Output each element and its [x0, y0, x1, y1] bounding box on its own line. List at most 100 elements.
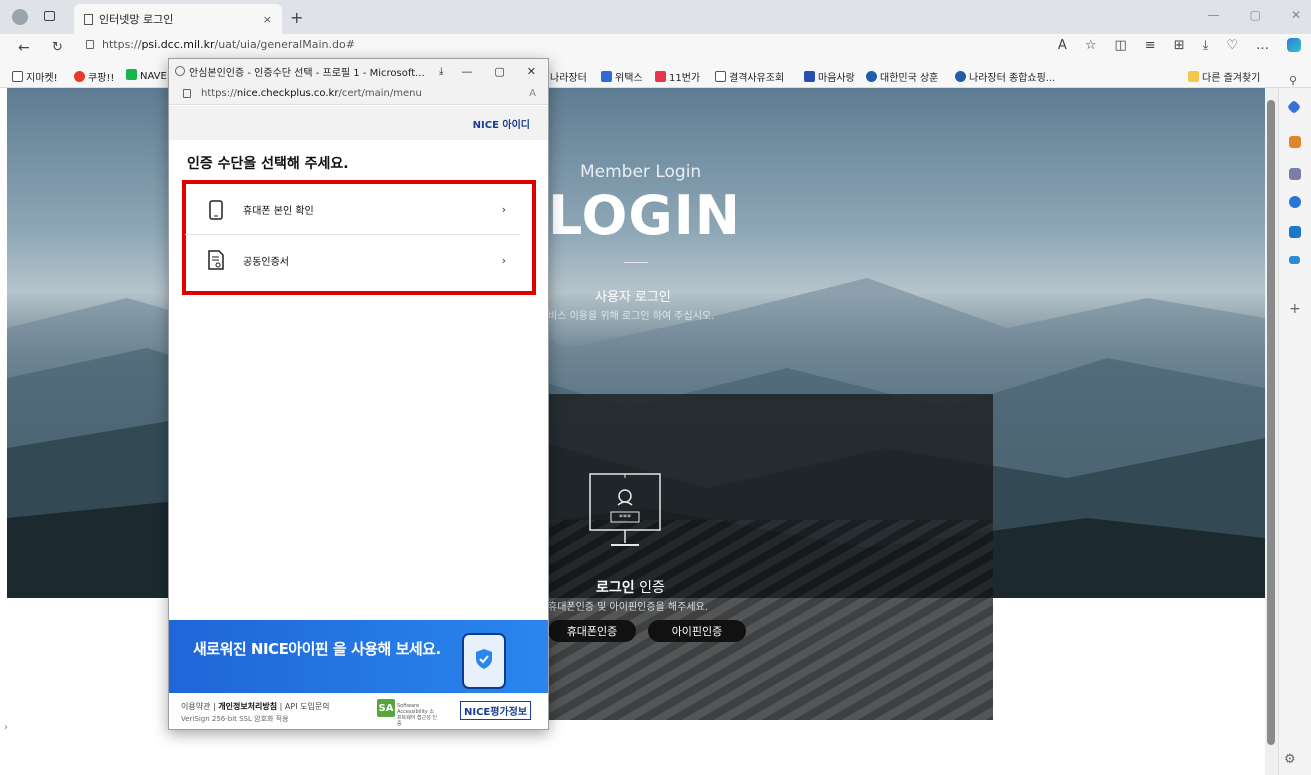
member-login-subtitle: Member Login — [580, 162, 702, 182]
certificate-icon — [205, 249, 227, 271]
nice-ipin-logo: NICE 아이디 — [472, 120, 530, 131]
edge-sidebar: ⚲ + — [1278, 74, 1311, 775]
minimize-button[interactable]: — — [1208, 8, 1220, 22]
password-mask: *** — [619, 513, 631, 522]
chevron-right-icon: › — [501, 203, 506, 216]
banner-text: 새로워진 NICE아이핀 을 사용해 보세요. — [193, 640, 441, 658]
maximize-button[interactable]: ▢ — [1250, 8, 1261, 22]
more-menu-icon[interactable]: … — [1256, 38, 1269, 53]
phone-auth-button[interactable]: 휴대폰인증 — [548, 620, 636, 642]
back-arrow-icon[interactable]: ← — [18, 40, 30, 56]
naver-icon — [126, 69, 137, 80]
toolbox-icon[interactable] — [1289, 136, 1301, 148]
popup-close-button[interactable]: ✕ — [527, 65, 536, 78]
login-cert-title: 로그인 인증 — [596, 580, 665, 596]
bookmark-item[interactable]: 대한민국 상훈 — [866, 69, 938, 84]
login-cert-description: 휴대폰인증 및 아이핀인증을 해주세요. — [548, 602, 708, 613]
chevron-right-icon: › — [501, 253, 506, 267]
browser-essentials-icon[interactable]: ♡ — [1226, 38, 1238, 53]
popup-window-controls: — ▢ ✕ — [461, 65, 536, 78]
bookmark-item[interactable]: 결격사유조회 — [715, 69, 784, 84]
tab-title: 인터넷망 로그인 — [99, 13, 174, 26]
popup-titlebar: 안심본인인증 - 인증수단 선택 - 프로필 1 - Microsoft... … — [169, 59, 548, 83]
ssl-notice: VeriSign 256-bit SSL 암호화 적용 — [181, 715, 289, 723]
active-tab[interactable]: 인터넷망 로그인 × — [74, 4, 282, 34]
user-login-heading: 사용자 로그인 — [595, 290, 671, 305]
scrollbar-thumb[interactable] — [1267, 100, 1275, 745]
microsoft365-icon[interactable] — [1289, 196, 1301, 208]
sa-logo: SA — [377, 699, 395, 717]
folder-icon — [1188, 71, 1199, 82]
gov-icon — [866, 71, 877, 82]
wetax-icon — [601, 71, 612, 82]
divider — [624, 262, 648, 263]
profile-avatar[interactable] — [12, 9, 28, 25]
add-sidebar-app-icon[interactable]: + — [1289, 301, 1301, 317]
copilot-icon[interactable] — [1287, 38, 1301, 52]
address-bar[interactable]: https://psi.dcc.mil.kr/uat/uia/generalMa… — [86, 38, 355, 51]
tag-icon[interactable] — [1286, 99, 1302, 115]
outlook-icon[interactable] — [1289, 226, 1301, 238]
bookmark-item[interactable]: 11번가 — [655, 69, 700, 84]
ipin-auth-button[interactable]: 아이핀인증 — [648, 620, 746, 642]
page-icon — [715, 71, 726, 82]
search-icon[interactable]: ⚲ — [1289, 74, 1297, 87]
popup-url: https://nice.checkplus.co.kr/cert/main/m… — [201, 88, 422, 99]
gov-icon — [955, 71, 966, 82]
privacy-link[interactable]: 개인정보처리방침 — [218, 702, 277, 711]
shield-icon — [175, 66, 185, 76]
popup-footer-links: 이용약관 | 개인정보처리방침 | API 도입문의 — [181, 702, 330, 711]
favorite-star-icon[interactable]: ☆ — [1085, 38, 1097, 53]
bookmark-item[interactable]: 쿠팡!! — [74, 69, 114, 84]
other-favorites[interactable]: 다른 즐겨찾기 — [1188, 69, 1260, 84]
tab-actions-icon[interactable] — [44, 11, 55, 21]
bookmark-item[interactable]: 마음사랑 — [804, 69, 855, 84]
nice-header: NICE 아이디 — [169, 106, 548, 140]
option-label: 공동인증서 — [243, 256, 289, 268]
tab-bar: 인터넷망 로그인 × + — ▢ ✕ — [0, 0, 1311, 34]
phone-shield-image — [462, 633, 506, 689]
nice-rating-badge: NICE평가정보 — [460, 701, 532, 720]
user-login-description: 비스 이용을 위해 로그인 하여 주십시오. — [548, 311, 715, 322]
login-title: LOGIN — [548, 184, 741, 247]
11st-icon — [655, 71, 666, 82]
phone-identity-option[interactable]: 휴대폰 본인 확인 › — [185, 185, 520, 235]
sa-text: Software Accessibility 소프트웨어 접근성 인증 — [397, 703, 437, 727]
read-aloud-icon[interactable]: A — [529, 88, 536, 99]
close-window-button[interactable]: ✕ — [1291, 8, 1301, 22]
send-icon[interactable] — [1289, 256, 1300, 264]
popup-maximize-button[interactable]: ▢ — [494, 65, 504, 78]
games-icon[interactable] — [1289, 168, 1301, 180]
api-inquiry-link[interactable]: API 도입문의 — [285, 702, 330, 711]
read-aloud-icon[interactable]: A — [1058, 38, 1067, 53]
auth-popup-window: 안심본인인증 - 인증수단 선택 - 프로필 1 - Microsoft... … — [168, 58, 549, 730]
downloads-icon[interactable]: ⤓ — [1203, 38, 1209, 53]
lock-icon — [86, 40, 94, 49]
monitor-login-icon: *** — [589, 473, 661, 546]
collections-icon[interactable]: ⊞ — [1174, 38, 1185, 53]
terms-link[interactable]: 이용약관 — [181, 702, 210, 711]
settings-gear-icon[interactable]: ⚙ — [1284, 752, 1296, 767]
bookmark-item[interactable]: 지마켓! — [12, 69, 58, 84]
popup-title: 안심본인인증 - 인증수단 선택 - 프로필 1 - Microsoft... — [189, 67, 425, 79]
favorites-icon[interactable]: ≡ — [1145, 38, 1156, 53]
url-text: https://psi.dcc.mil.kr/uat/uia/generalMa… — [102, 38, 355, 51]
popup-minimize-button[interactable]: — — [461, 65, 472, 78]
popup-address-bar[interactable]: https://nice.checkplus.co.kr/cert/main/m… — [169, 83, 548, 105]
refresh-icon[interactable]: ↻ — [52, 40, 63, 55]
bookmark-item[interactable]: 위택스 — [601, 69, 643, 84]
download-icon[interactable]: ⤓ — [439, 66, 443, 77]
page-icon — [12, 71, 23, 82]
toolbar-icons: A ☆ ◫ ≡ ⊞ ⤓ ♡ … — [1058, 38, 1301, 53]
bookmark-item[interactable]: 나라장터 — [550, 69, 587, 84]
split-screen-icon[interactable]: ◫ — [1114, 38, 1126, 53]
select-method-heading: 인증 수단을 선택해 주세요. — [187, 156, 349, 172]
bookmark-item[interactable]: 나라장터 종합쇼핑... — [955, 69, 1055, 84]
tab-close-button[interactable]: × — [263, 13, 272, 26]
expand-arrow-icon[interactable]: › — [4, 722, 8, 733]
bookmark-item[interactable]: NAVE — [126, 69, 167, 82]
option-label: 휴대폰 본인 확인 — [243, 206, 314, 217]
lock-icon — [183, 89, 191, 98]
new-tab-button[interactable]: + — [290, 8, 303, 27]
joint-certificate-option[interactable]: 공동인증서 › — [185, 235, 520, 285]
